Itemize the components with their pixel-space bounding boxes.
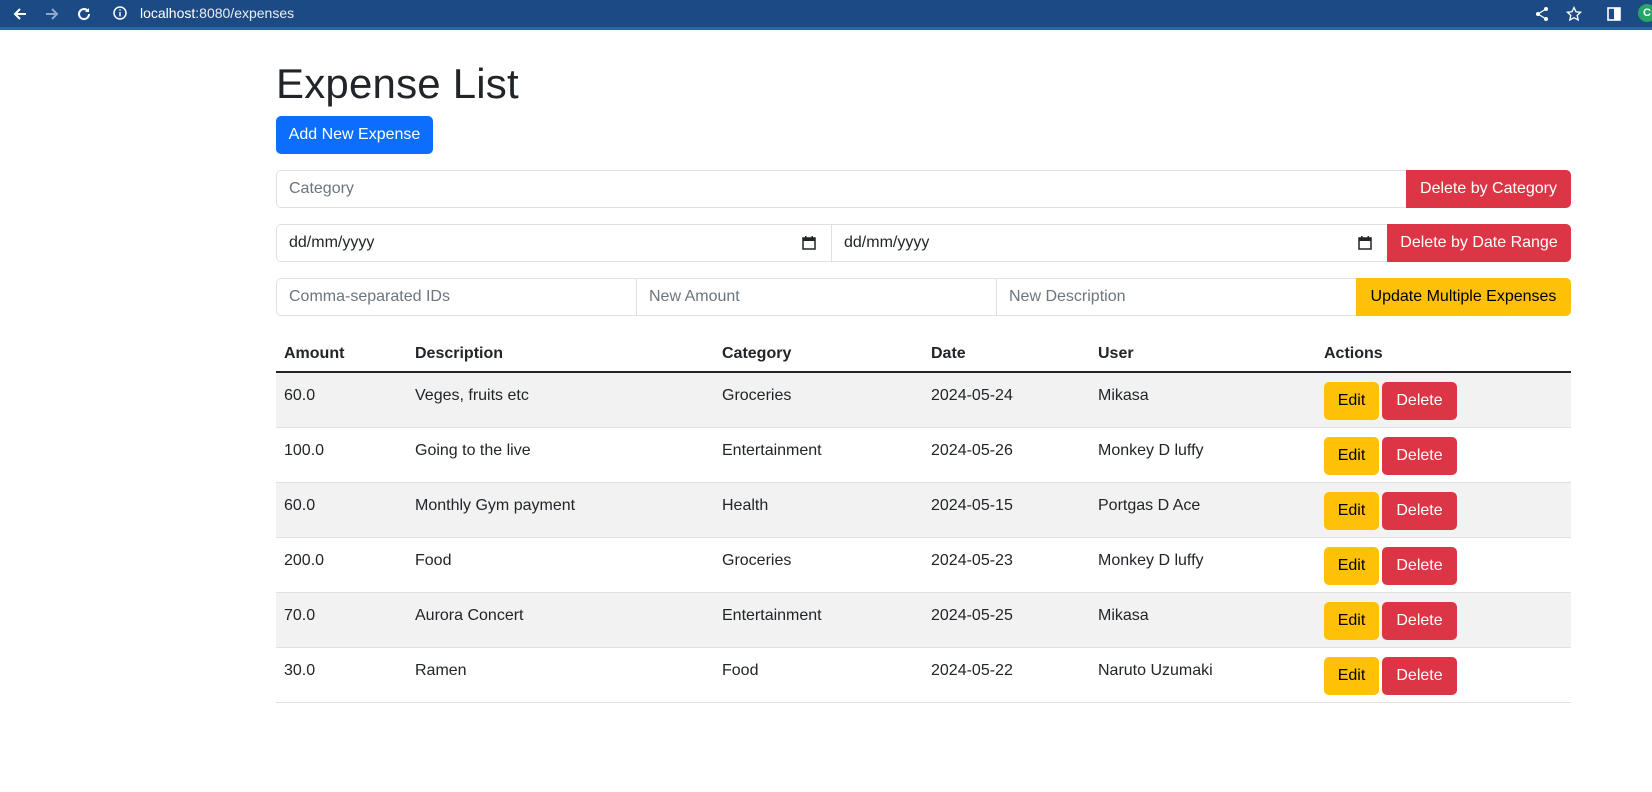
category-cell: Entertainment [722, 442, 822, 459]
delete-by-date-range-button[interactable]: Delete by Date Range [1387, 224, 1571, 262]
forward-icon[interactable] [38, 0, 66, 27]
description-cell: Ramen [415, 662, 467, 679]
column-header-actions: Actions [1324, 345, 1383, 362]
edit-button[interactable]: Edit [1324, 492, 1379, 530]
category-cell: Entertainment [722, 607, 822, 624]
calendar-icon[interactable] [1357, 235, 1373, 251]
column-header-date: Date [931, 345, 966, 362]
category-input[interactable]: Category [276, 170, 1407, 208]
ids-input[interactable]: Comma-separated IDs [276, 278, 637, 316]
back-icon[interactable] [6, 0, 34, 27]
description-cell: Going to the live [415, 442, 531, 459]
amount-cell: 60.0 [284, 387, 316, 404]
amount-cell: 30.0 [284, 662, 316, 679]
column-header-description: Description [415, 345, 504, 362]
date-cell: 2024-05-25 [931, 607, 1013, 624]
edit-button[interactable]: Edit [1324, 547, 1379, 585]
url-text[interactable]: localhost:8080/expenses [140, 5, 294, 22]
table-row: 60.0 Veges, fruits etc Groceries 2024-05… [276, 373, 1571, 428]
url-host: localhost [140, 5, 196, 21]
date-cell: 2024-05-15 [931, 497, 1013, 514]
edit-button[interactable]: Edit [1324, 602, 1379, 640]
category-cell: Food [722, 662, 759, 679]
share-icon[interactable] [1530, 0, 1554, 27]
calendar-icon[interactable] [801, 235, 817, 251]
url-path: :8080/expenses [195, 5, 295, 21]
delete-button[interactable]: Delete [1382, 602, 1457, 640]
amount-cell: 100.0 [284, 442, 325, 459]
description-cell: Monthly Gym payment [415, 497, 576, 514]
column-header-user: User [1098, 345, 1134, 362]
page-title: Expense List [276, 60, 519, 107]
table-row: 70.0 Aurora Concert Entertainment 2024-0… [276, 593, 1571, 648]
end-date-input[interactable]: dd/mm/yyyy [831, 224, 1388, 262]
column-header-amount: Amount [284, 345, 345, 362]
user-cell: Monkey D luffy [1098, 442, 1204, 459]
delete-button[interactable]: Delete [1382, 657, 1457, 695]
date-cell: 2024-05-22 [931, 662, 1013, 679]
amount-cell: 60.0 [284, 497, 316, 514]
category-cell: Groceries [722, 387, 792, 404]
table-row: 60.0 Monthly Gym payment Health 2024-05-… [276, 483, 1571, 538]
date-cell: 2024-05-23 [931, 552, 1013, 569]
site-info-icon[interactable] [112, 5, 128, 21]
edit-button[interactable]: Edit [1324, 437, 1379, 475]
table-row: 30.0 Ramen Food 2024-05-22 Naruto Uzumak… [276, 648, 1571, 703]
table-row: 200.0 Food Groceries 2024-05-23 Monkey D… [276, 538, 1571, 593]
new-description-input[interactable]: New Description [996, 278, 1357, 316]
edit-button[interactable]: Edit [1324, 657, 1379, 695]
user-cell: Monkey D luffy [1098, 552, 1204, 569]
delete-button[interactable]: Delete [1382, 437, 1457, 475]
delete-by-category-button[interactable]: Delete by Category [1406, 170, 1571, 208]
description-cell: Veges, fruits etc [415, 387, 529, 404]
user-cell: Portgas D Ace [1098, 497, 1201, 514]
profile-avatar[interactable]: C [1638, 4, 1652, 22]
amount-cell: 70.0 [284, 607, 316, 624]
table-row: 100.0 Going to the live Entertainment 20… [276, 428, 1571, 483]
user-cell: Mikasa [1098, 387, 1149, 404]
reload-icon[interactable] [70, 0, 98, 27]
bookmark-star-icon[interactable] [1562, 0, 1586, 27]
column-header-category: Category [722, 345, 792, 362]
add-expense-button[interactable]: Add New Expense [276, 116, 433, 154]
date-cell: 2024-05-24 [931, 387, 1013, 404]
new-amount-input[interactable]: New Amount [636, 278, 997, 316]
description-cell: Food [415, 552, 452, 569]
browser-toolbar: localhost:8080/expenses C [0, 0, 1652, 27]
toolbar-divider [0, 27, 1652, 30]
category-cell: Groceries [722, 552, 792, 569]
delete-button[interactable]: Delete [1382, 382, 1457, 420]
delete-button[interactable]: Delete [1382, 547, 1457, 585]
category-cell: Health [722, 497, 769, 514]
side-panel-icon[interactable] [1602, 0, 1626, 27]
user-cell: Mikasa [1098, 607, 1149, 624]
update-multiple-button[interactable]: Update Multiple Expenses [1356, 278, 1571, 316]
delete-button[interactable]: Delete [1382, 492, 1457, 530]
start-date-input[interactable]: dd/mm/yyyy [276, 224, 832, 262]
user-cell: Naruto Uzumaki [1098, 662, 1213, 679]
address-bar[interactable] [105, 1, 1590, 26]
date-cell: 2024-05-26 [931, 442, 1013, 459]
edit-button[interactable]: Edit [1324, 382, 1379, 420]
amount-cell: 200.0 [284, 552, 325, 569]
description-cell: Aurora Concert [415, 607, 524, 624]
